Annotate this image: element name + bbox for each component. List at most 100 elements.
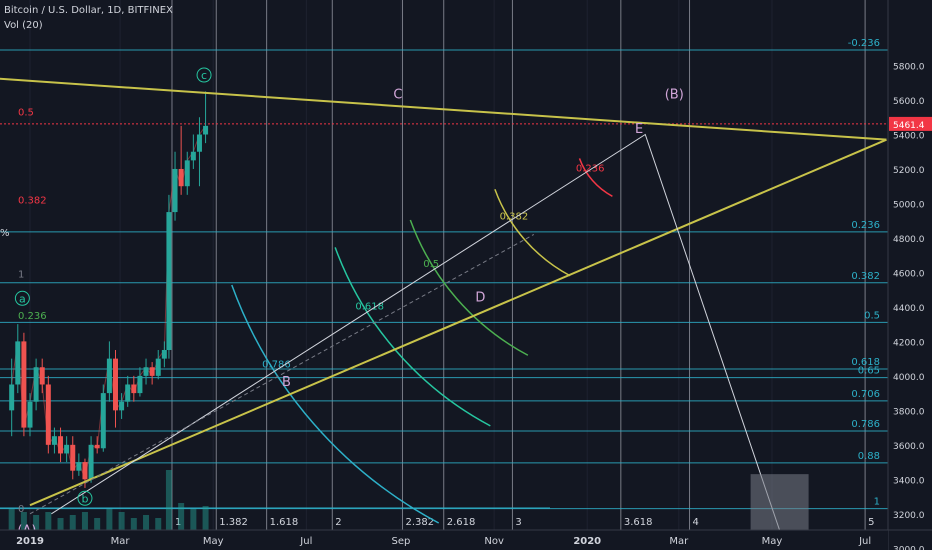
- candle-body: [64, 444, 70, 454]
- volume-bar: [45, 512, 52, 530]
- fib-retracement-label: 0.65: [858, 366, 880, 377]
- fib-time-zone-label: 5: [868, 517, 874, 528]
- candle-body: [88, 444, 94, 480]
- fib-time-zone-label: 3.618: [624, 517, 653, 528]
- wave-label: E: [635, 122, 643, 137]
- candle-body: [178, 168, 184, 187]
- candle-body: [166, 212, 172, 351]
- candle-body: [172, 168, 178, 213]
- time-axis-tick: May: [203, 536, 224, 547]
- candle-body: [27, 401, 33, 428]
- fib-retracement-label: 0.5: [864, 310, 880, 321]
- target-zone-box: [750, 474, 809, 530]
- price-axis-tick: 4400.0: [893, 304, 925, 314]
- candle-body: [9, 384, 15, 411]
- current-price-label: 5461.4: [893, 121, 925, 131]
- fib-time-zone-label: 1.618: [270, 517, 299, 528]
- price-axis-tick: 4200.0: [893, 338, 925, 348]
- price-axis-tick: 5400.0: [893, 131, 925, 141]
- left-fib-label: 1: [18, 270, 24, 281]
- fib-arc-label: 0.786: [262, 360, 291, 371]
- candle-body: [33, 367, 39, 402]
- fib-time-zone-label: 1.382: [219, 517, 248, 528]
- fib-retracement-label: 0.706: [851, 389, 880, 400]
- fib-arc-label: 0.382: [500, 211, 529, 222]
- left-fib-label: %: [0, 228, 10, 239]
- volume-bar: [165, 470, 172, 530]
- chart-background: [0, 0, 932, 550]
- volume-bar: [130, 518, 137, 530]
- fib-retracement-label: -0.236: [848, 38, 880, 49]
- wave-label: D: [475, 291, 485, 306]
- candle-body: [149, 367, 155, 376]
- price-axis-tick: 3400.0: [893, 476, 925, 486]
- time-axis-tick: Mar: [669, 536, 689, 547]
- candle-body: [119, 401, 125, 411]
- time-axis-tick: Mar: [111, 536, 131, 547]
- fib-time-zone-label: 2.618: [447, 517, 476, 528]
- fib-time-zone-label: 3: [515, 517, 521, 528]
- candle-body: [184, 160, 190, 187]
- volume-bar: [190, 509, 197, 530]
- volume-bar: [57, 518, 64, 530]
- candle-body: [58, 436, 64, 454]
- left-fib-label: 0.236: [18, 311, 47, 322]
- chart-title: Bitcoin / U.S. Dollar, 1D, BITFINEX: [4, 5, 173, 16]
- time-axis-tick: 2020: [573, 536, 601, 547]
- time-axis-tick: Sep: [392, 536, 411, 547]
- time-axis-tick: Jul: [858, 536, 871, 547]
- price-axis-tick: 5600.0: [893, 97, 925, 107]
- volume-bar: [8, 509, 15, 530]
- price-axis-tick: 4000.0: [893, 373, 925, 383]
- fib-retracement-label: 0.382: [851, 271, 880, 282]
- price-axis-tick: 5800.0: [893, 63, 925, 73]
- left-fib-label: 0.382: [18, 195, 47, 206]
- volume-bar: [202, 506, 209, 530]
- volume-bar: [81, 512, 88, 530]
- candle-body: [100, 393, 106, 449]
- price-axis-tick: 3800.0: [893, 407, 925, 417]
- fib-arc-label: 0.5: [423, 259, 439, 270]
- candle-body: [39, 367, 45, 385]
- candle-body: [112, 358, 118, 411]
- volume-bar: [106, 509, 113, 530]
- candle-body: [203, 125, 209, 135]
- candle-body: [106, 358, 112, 394]
- left-fib-label: 0.5: [18, 108, 34, 119]
- volume-indicator-label: Vol (20): [4, 20, 43, 31]
- volume-bar: [143, 515, 150, 530]
- volume-bar: [69, 515, 76, 530]
- wave-label: b: [81, 492, 88, 505]
- price-axis-tick: 3600.0: [893, 442, 925, 452]
- volume-bar: [178, 503, 185, 530]
- wave-label: a: [19, 292, 26, 305]
- fib-retracement-label: 0.236: [851, 220, 880, 231]
- chart-canvas[interactable]: 1 1.382 1.618 2 2.382 2.618 3 3.618 4 5-0.2360.23…: [0, 0, 932, 550]
- time-axis-bg: [0, 530, 888, 550]
- time-axis-tick: May: [762, 536, 783, 547]
- fib-time-zone-label: 4: [693, 517, 699, 528]
- candle-body: [82, 462, 88, 480]
- candle-body: [161, 350, 167, 359]
- wave-label: c: [201, 69, 207, 82]
- candle-body: [125, 384, 131, 402]
- candle-body: [196, 134, 202, 152]
- price-axis-tick: 4600.0: [893, 269, 925, 279]
- price-axis-tick: 5000.0: [893, 200, 925, 210]
- candle-body: [70, 444, 76, 471]
- price-axis-tick: 4800.0: [893, 235, 925, 245]
- fib-retracement-label: 0.786: [851, 419, 880, 430]
- candle-body: [131, 384, 137, 394]
- candle-body: [51, 436, 57, 445]
- wave-label: B: [282, 375, 291, 390]
- price-axis-tick: 5200.0: [893, 166, 925, 176]
- volume-bar: [94, 518, 101, 530]
- candle-body: [15, 341, 21, 385]
- candle-body: [45, 384, 51, 445]
- candle-body: [21, 341, 27, 428]
- candle-body: [143, 367, 149, 376]
- wave-label: (B): [665, 87, 684, 102]
- time-axis-tick: Nov: [484, 536, 504, 547]
- fib-retracement-label: 1: [874, 497, 880, 508]
- candle-body: [76, 462, 82, 471]
